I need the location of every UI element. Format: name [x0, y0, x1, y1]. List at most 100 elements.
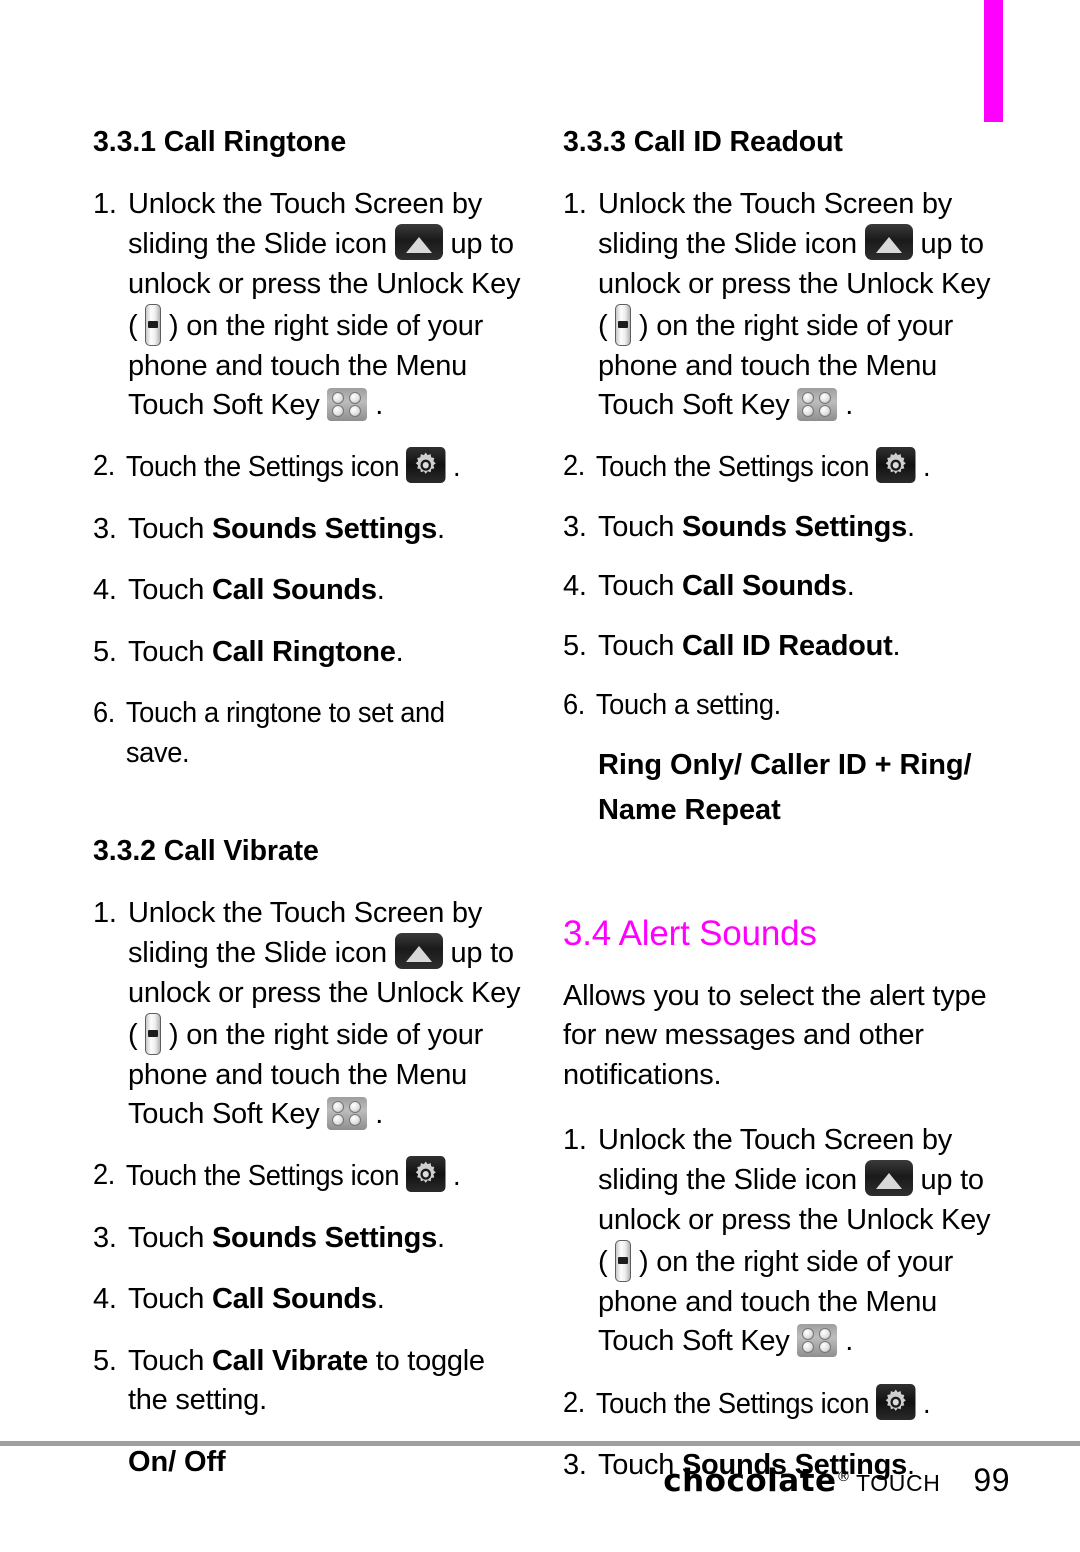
page-content: 3.3.1 Call Ringtone 1. Unlock the Touch … — [0, 0, 1080, 1552]
unlock-side-key-icon — [145, 1013, 162, 1056]
step-text-part: Touch the Settings icon — [595, 451, 870, 484]
step-text-part: . — [892, 629, 901, 662]
step-item: 5. Touch Call Ringtone. — [93, 633, 521, 672]
step-text-part: Touch — [598, 629, 682, 662]
step-text-part: ) on the right side of your phone and to… — [598, 1246, 954, 1358]
setting-values-call-id-readout-line2: Name Repeat — [598, 794, 781, 827]
step-text-part: Touch — [128, 635, 212, 668]
setting-values-call-id-readout-line1: Ring Only/ Caller ID + Ring/ — [598, 748, 972, 781]
step-text-part: . — [375, 388, 383, 421]
left-column: 3.3.1 Call Ringtone 1. Unlock the Touch … — [93, 126, 521, 1504]
step-text-part: . — [376, 1283, 385, 1316]
unlock-side-key-icon — [615, 304, 632, 347]
step-item: 3. Touch Sounds Settings. — [93, 510, 521, 549]
step-emphasis: Sounds Settings — [211, 512, 437, 545]
step-number: 4. — [563, 570, 587, 603]
menu-touch-soft-key-icon — [327, 387, 368, 421]
step-emphasis: Call Ringtone — [211, 635, 396, 668]
step-text-part: . — [437, 512, 445, 545]
settings-gear-icon — [876, 447, 916, 484]
step-emphasis: Call Sounds — [681, 570, 847, 603]
step-emphasis: Call Vibrate — [211, 1344, 368, 1377]
step-text-part: ) on the right side of your phone and to… — [128, 310, 484, 421]
step-text-part: . — [453, 451, 461, 484]
step-item: 4. Touch Call Sounds. — [93, 1280, 521, 1319]
step-emphasis: Call Sounds — [211, 1283, 377, 1316]
step-text-part: ) on the right side of your phone and to… — [598, 310, 954, 421]
step-item: 2. Touch the Settings icon . — [93, 1156, 495, 1196]
menu-touch-soft-key-icon — [327, 1096, 368, 1130]
heading-call-vibrate: 3.3.2 Call Vibrate — [93, 835, 319, 868]
step-text-part: . — [376, 574, 385, 607]
step-item: 6. Touch a setting. — [563, 686, 965, 725]
step-item: 4. Touch Call Sounds. — [563, 567, 991, 606]
step-number: 1. — [563, 1124, 587, 1157]
step-item: 1. Unlock the Touch Screen by sliding th… — [93, 894, 521, 1135]
step-item: 3. Touch Sounds Settings. — [93, 1219, 521, 1258]
unlock-side-key-icon — [615, 1240, 632, 1283]
slide-icon — [394, 224, 443, 261]
slide-icon — [864, 224, 913, 261]
registered-mark: ® — [836, 1469, 852, 1485]
step-text-part: . — [453, 1160, 461, 1193]
step-item: 3. Touch Sounds Settings. — [563, 508, 991, 547]
page-number: 99 — [973, 1462, 1010, 1498]
step-item: 2. Touch the Settings icon . — [563, 1383, 965, 1424]
step-text-part: Touch — [598, 570, 682, 603]
slide-icon — [394, 933, 443, 970]
step-text-part: Touch — [128, 1344, 212, 1377]
footer-divider — [0, 1441, 1080, 1446]
settings-gear-icon — [876, 1383, 916, 1420]
step-text-part: . — [437, 1221, 445, 1254]
step-number: 3. — [563, 510, 587, 543]
step-text-part: . — [923, 451, 931, 484]
slide-icon — [864, 1160, 913, 1197]
step-emphasis: Sounds Settings — [211, 1221, 437, 1254]
brand-sub-label: TOUCH — [856, 1470, 941, 1496]
heading-alert-sounds: 3.4 Alert Sounds — [563, 914, 817, 954]
step-item: 1. Unlock the Touch Screen by sliding th… — [563, 185, 991, 426]
step-text-part: Touch the Settings icon — [595, 1387, 870, 1420]
step-item: 1. Unlock the Touch Screen by sliding th… — [93, 185, 521, 426]
step-text-part: Touch a setting. — [595, 689, 781, 722]
step-text-part: . — [907, 510, 915, 543]
step-number: 4. — [93, 1283, 117, 1316]
step-number: 5. — [93, 635, 117, 668]
step-text-part: . — [845, 388, 853, 421]
step-item: 2. Touch the Settings icon . — [93, 447, 495, 487]
step-item: 6. Touch a ringtone to set and save. — [93, 694, 495, 773]
brand-logo: chocolate® — [663, 1463, 851, 1499]
step-number: 2. — [93, 450, 115, 483]
step-number: 2. — [563, 450, 585, 483]
menu-touch-soft-key-icon — [797, 387, 838, 421]
step-number: 3. — [93, 1221, 117, 1254]
step-text-part: ) on the right side of your phone and to… — [128, 1019, 484, 1130]
step-number: 4. — [93, 574, 117, 607]
step-number: 5. — [93, 1344, 117, 1377]
step-text-part: . — [845, 1325, 853, 1358]
menu-touch-soft-key-icon — [797, 1324, 838, 1358]
step-text-part: Touch the Settings icon — [125, 1160, 400, 1193]
settings-gear-icon — [406, 1156, 446, 1193]
step-text-part: . — [395, 635, 404, 668]
step-number: 2. — [563, 1386, 585, 1419]
step-number: 1. — [93, 187, 117, 220]
step-text-part: Touch — [128, 1283, 212, 1316]
step-text-part: Touch — [128, 1221, 212, 1254]
unlock-side-key-icon — [145, 304, 162, 347]
step-emphasis: Call Sounds — [211, 574, 377, 607]
step-emphasis: Sounds Settings — [681, 510, 907, 543]
footer: chocolate® TOUCH 99 — [0, 1462, 1010, 1499]
step-item: 1. Unlock the Touch Screen by sliding th… — [563, 1121, 991, 1362]
step-text-part: . — [923, 1387, 931, 1420]
step-item: 4. Touch Call Sounds. — [93, 571, 521, 610]
step-emphasis: Call ID Readout — [681, 629, 893, 662]
step-number: 1. — [93, 896, 117, 929]
alert-sounds-intro: Allows you to select the alert type for … — [563, 979, 987, 1091]
step-text-part: Touch — [128, 574, 212, 607]
step-number: 6. — [563, 689, 585, 722]
step-text-part: . — [375, 1097, 383, 1130]
heading-call-ringtone: 3.3.1 Call Ringtone — [93, 126, 347, 158]
